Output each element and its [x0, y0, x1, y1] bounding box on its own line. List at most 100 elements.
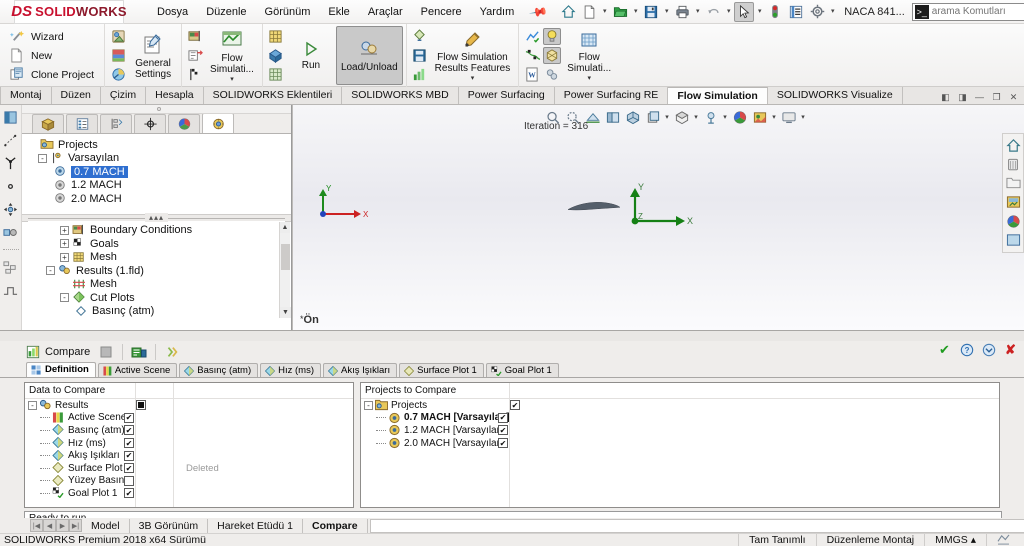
- menu-item-gorunum[interactable]: Görünüm: [256, 3, 320, 21]
- menu-item-ekle[interactable]: Ekle: [319, 3, 358, 21]
- tab-power-surfacing-re[interactable]: Power Surfacing RE: [554, 87, 669, 104]
- checkbox-2-0-mach[interactable]: [498, 438, 508, 449]
- search-input[interactable]: [931, 6, 1024, 17]
- tree-node-mesh-setup[interactable]: + Mesh: [36, 251, 289, 265]
- compare-row-results[interactable]: - Results: [28, 399, 353, 412]
- menu-item-pencere[interactable]: Pencere: [412, 3, 471, 21]
- tree-node-boundary-conditions[interactable]: + Boundary Conditions: [36, 224, 289, 238]
- flow-sim-display-button[interactable]: Flow Simulati... ▾: [562, 26, 616, 85]
- appearance-dropdown-icon[interactable]: ▾: [692, 113, 700, 121]
- scene-dropdown-icon[interactable]: ▾: [770, 113, 778, 121]
- open-folder-small-icon[interactable]: [1004, 174, 1022, 192]
- flow-simulation-button[interactable]: Flow Simulati... ▾: [205, 26, 259, 85]
- particle-study-icon[interactable]: [543, 66, 561, 83]
- checkbox-1-2-mach[interactable]: [498, 425, 508, 436]
- tab-solidworks-visualize[interactable]: SOLIDWORKS Visualize: [767, 87, 903, 104]
- boundary-condition-icon[interactable]: [186, 28, 204, 45]
- restore-left-icon[interactable]: ◧: [938, 90, 953, 104]
- scene-sphere-icon[interactable]: [1004, 212, 1022, 230]
- options-list-icon[interactable]: [786, 2, 806, 22]
- display-panel-icon[interactable]: [779, 108, 798, 126]
- home-icon[interactable]: [558, 2, 578, 22]
- load-unload-button[interactable]: Load/Unload: [335, 26, 403, 85]
- feature-tree-tab[interactable]: [32, 114, 64, 133]
- overlay-icon[interactable]: [986, 533, 1020, 546]
- doc-close-icon[interactable]: ✕: [1006, 90, 1021, 104]
- input-data-icon[interactable]: [109, 28, 127, 45]
- display-state-icon[interactable]: [1004, 231, 1022, 249]
- tab-active-scene[interactable]: Active Scene: [97, 363, 178, 377]
- expander-projects[interactable]: -: [364, 400, 373, 410]
- select-cursor-icon[interactable]: [734, 1, 755, 22]
- checkbox-hiz[interactable]: [124, 438, 134, 449]
- restore-right-icon[interactable]: ◨: [955, 90, 970, 104]
- undo-dropdown-icon[interactable]: ▾: [724, 2, 733, 22]
- doc-tab-3b-gorunum[interactable]: 3B Görünüm: [130, 518, 209, 533]
- appearance-panel-icon[interactable]: [1004, 193, 1022, 211]
- compare-row-akis-isiklari[interactable]: Akış Işıkları: [28, 449, 353, 462]
- command-search[interactable]: >_ 🔎: [911, 2, 1024, 21]
- tab-definition[interactable]: Definition: [26, 362, 96, 377]
- checkbox-active-scene[interactable]: [124, 412, 134, 423]
- checkbox-yuzey-basinci[interactable]: [124, 475, 134, 486]
- checkbox-0-7-mach[interactable]: [498, 412, 508, 423]
- tree-node-results[interactable]: - Results (1.fld): [36, 264, 289, 278]
- tab-flow-simulation[interactable]: Flow Simulation: [668, 87, 768, 104]
- tab-surface-plot-1[interactable]: Surface Plot 1: [399, 363, 484, 377]
- tree-node-mesh-result[interactable]: Mesh: [36, 278, 289, 292]
- tree-scrollbar[interactable]: ▲ ▼: [279, 221, 291, 318]
- checkbox-basinc[interactable]: [124, 425, 134, 436]
- flow-simulation-tree-tab[interactable]: [202, 113, 234, 133]
- rebuild-icon[interactable]: [765, 2, 785, 22]
- view-settings-icon[interactable]: [701, 108, 720, 126]
- doc-tab-compare[interactable]: Compare: [303, 518, 368, 533]
- wizard-button[interactable]: Wizard: [5, 27, 99, 46]
- open-dropdown-icon[interactable]: ▾: [631, 2, 640, 22]
- doc-tab-model[interactable]: Model: [82, 518, 130, 533]
- flyout-tree-icon[interactable]: [2, 109, 20, 125]
- clone-project-button[interactable]: Clone Project: [5, 65, 99, 84]
- view-home-icon[interactable]: [1004, 136, 1022, 154]
- compare-row-yuzey-basinci[interactable]: Yüzey Basıncı: [28, 474, 353, 488]
- mesh-icon[interactable]: [267, 28, 285, 45]
- view-settings-dropdown-icon[interactable]: ▾: [721, 113, 729, 121]
- scroll-up-arrow[interactable]: ▲: [280, 221, 290, 233]
- graphics-viewport[interactable]: ▾ ▾ ▾ ▾ ▾ Iteration = 316 Y X Y X Z *Ön: [292, 105, 1024, 330]
- expander-varsayilan[interactable]: -: [38, 153, 47, 163]
- compare-row-surface-plot-1[interactable]: Surface Plot 1 Deleted: [28, 462, 353, 475]
- save-icon[interactable]: [641, 2, 661, 22]
- pin-icon[interactable]: 📌: [529, 1, 549, 21]
- tree-node-0-7-mach[interactable]: 0.7 MACH: [28, 165, 289, 179]
- tab-montaj[interactable]: Montaj: [0, 87, 52, 104]
- checkbox-goal-plot-1[interactable]: [124, 488, 134, 499]
- flow-simulation-dropdown-icon[interactable]: ▾: [230, 75, 234, 83]
- report-word-icon[interactable]: W: [523, 66, 541, 83]
- reference-geometry-icon[interactable]: [2, 155, 20, 171]
- lighting-bulb-icon[interactable]: [543, 28, 562, 45]
- project-row-projects[interactable]: - Projects: [364, 399, 999, 412]
- tree-node-basinc-atm[interactable]: Basınç (atm): [36, 305, 289, 318]
- tree-splitter[interactable]: ▴▴▴: [22, 213, 291, 222]
- assembly-features-icon[interactable]: [2, 259, 20, 275]
- nav-next-icon[interactable]: ▶: [56, 519, 69, 532]
- flow-sim-display-dropdown-icon[interactable]: ▾: [587, 74, 591, 82]
- save-dropdown-icon[interactable]: ▾: [662, 2, 671, 22]
- exploded-view-icon[interactable]: [2, 282, 20, 298]
- print-icon[interactable]: [672, 2, 692, 22]
- expander-goals[interactable]: +: [60, 239, 69, 249]
- hide-show-icon[interactable]: [643, 108, 662, 126]
- hide-show-dropdown-icon[interactable]: ▾: [663, 113, 671, 121]
- component-control-icon[interactable]: [109, 66, 127, 83]
- tab-hiz-ms[interactable]: Hız (ms): [260, 363, 322, 377]
- compare-row-goal-plot-1[interactable]: Goal Plot 1: [28, 487, 353, 500]
- project-row-0-7-mach[interactable]: 0.7 MACH [Varsayılan]: [364, 412, 999, 425]
- display-panel-dropdown-icon[interactable]: ▾: [799, 113, 807, 121]
- display-manager-tab[interactable]: [168, 114, 200, 133]
- appearance-icon[interactable]: [672, 108, 691, 126]
- mesh-settings-icon[interactable]: [267, 66, 285, 83]
- save-compare-icon[interactable]: [129, 343, 149, 361]
- move-component-icon[interactable]: [2, 201, 20, 217]
- nav-last-icon[interactable]: ▶|: [69, 519, 82, 532]
- run-button[interactable]: Run: [286, 26, 336, 85]
- panel-grip[interactable]: [22, 105, 291, 114]
